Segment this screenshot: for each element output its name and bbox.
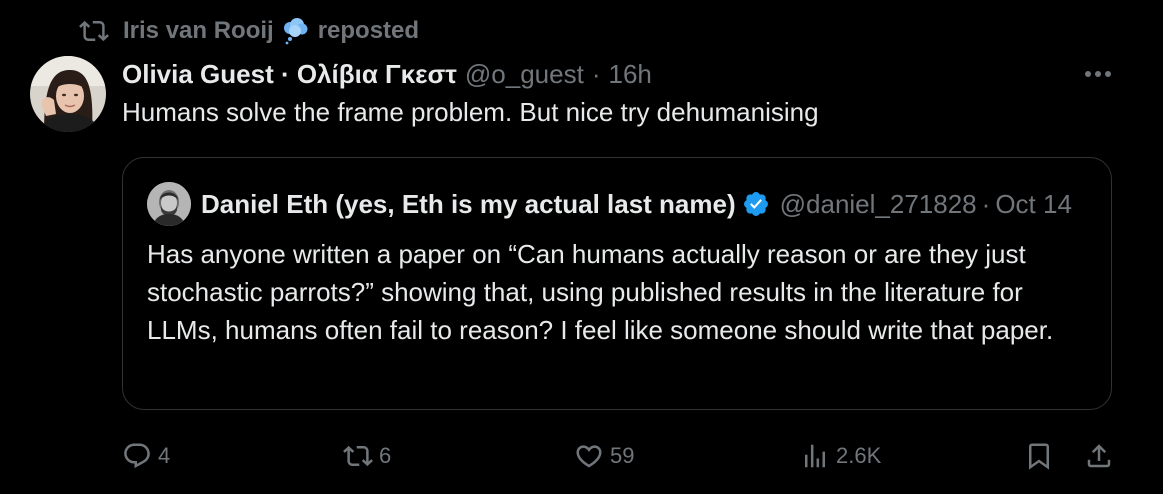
repost-count: 6 <box>379 443 392 468</box>
verified-badge-icon <box>743 192 768 216</box>
thought-bubble-icon <box>283 18 308 45</box>
like-count: 59 <box>610 443 635 468</box>
bookmark-button[interactable] <box>1024 436 1060 476</box>
quote-date[interactable]: Oct 14 <box>995 189 1072 220</box>
quote-avatar[interactable] <box>147 182 191 226</box>
repost-icon <box>79 20 109 42</box>
repost-button[interactable]: 6 <box>343 436 391 476</box>
reply-button[interactable]: 4 <box>122 436 170 476</box>
analytics-icon <box>805 444 825 468</box>
post-time[interactable]: 16h <box>608 59 651 90</box>
views-button[interactable]: 2.6K <box>800 436 881 476</box>
meta-separator: · <box>591 58 601 89</box>
author-handle[interactable]: @o_guest <box>465 59 584 90</box>
repost-context[interactable]: Iris van Rooij reposted <box>79 16 419 46</box>
share-button[interactable] <box>1084 436 1120 476</box>
views-count: 2.6K <box>836 443 882 468</box>
quoted-post[interactable]: Daniel Eth (yes, Eth is my actual last n… <box>122 157 1112 410</box>
share-icon <box>1087 444 1111 468</box>
quote-author-name[interactable]: Daniel Eth (yes, Eth is my actual last n… <box>201 189 736 220</box>
repost-icon <box>343 445 373 467</box>
reply-count: 4 <box>158 443 171 468</box>
reply-icon <box>124 443 150 469</box>
heart-icon <box>576 445 602 468</box>
quote-text: Has anyone written a paper on “Can human… <box>147 239 1054 345</box>
post-text: Humans solve the frame problem. But nice… <box>122 97 819 127</box>
bookmark-icon <box>1029 443 1049 470</box>
like-button[interactable]: 59 <box>574 436 634 476</box>
quote-meta-separator: · <box>981 188 991 219</box>
action-bar: 4 6 59 2.6K <box>0 436 1163 476</box>
author-name[interactable]: Olivia Guest · Ολίβια Γκεστ <box>122 59 457 90</box>
post-header: Olivia Guest · Ολίβια Γκεστ @o_guest · 1… <box>122 56 652 92</box>
quote-author-handle[interactable]: @daniel_271828 <box>780 189 977 220</box>
repost-label: reposted <box>317 17 420 44</box>
more-options-icon[interactable] <box>1080 62 1116 86</box>
quote-header: Daniel Eth (yes, Eth is my actual last n… <box>201 186 1096 222</box>
repost-user-name[interactable]: Iris van Rooij <box>123 17 274 45</box>
user-avatar[interactable] <box>30 56 106 132</box>
